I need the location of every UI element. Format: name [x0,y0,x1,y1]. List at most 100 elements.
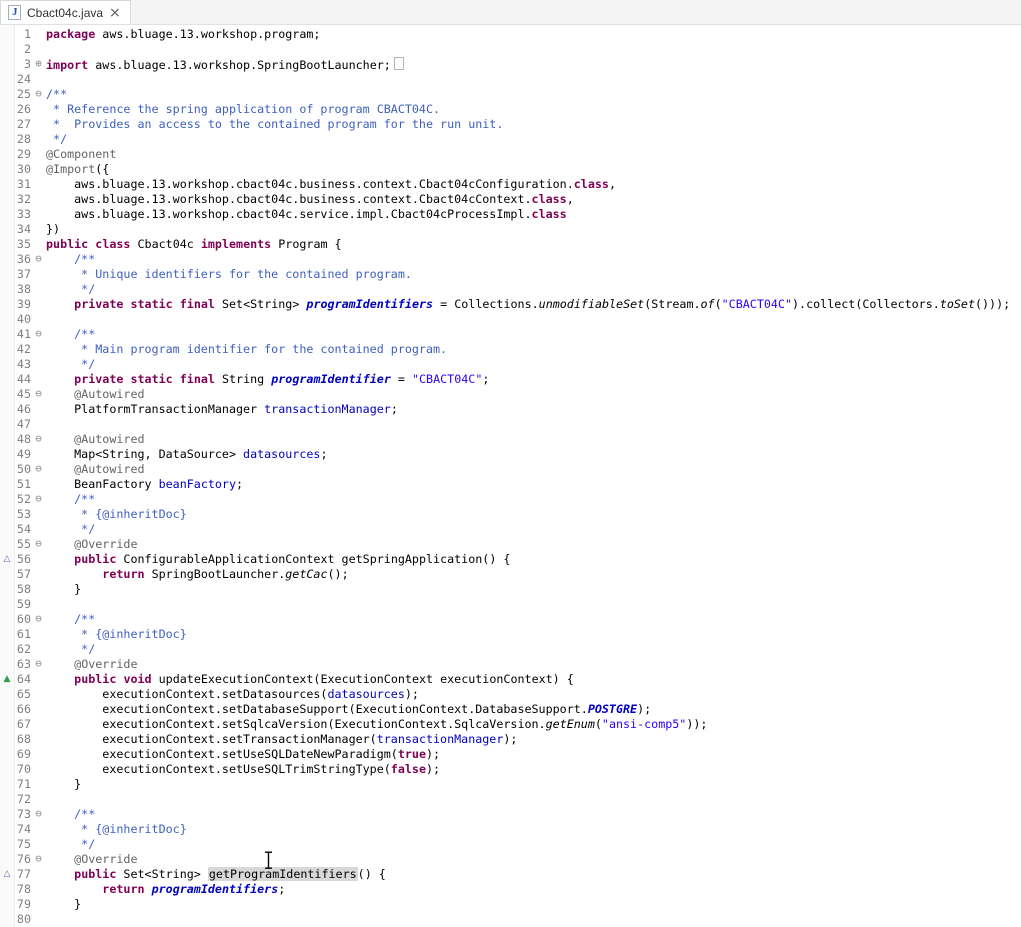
code-line[interactable]: 63⊖ @Override [0,657,1021,672]
fold-minus-icon[interactable]: ⊖ [31,492,46,507]
code-line[interactable]: 79 } [0,897,1021,912]
code-line[interactable]: 69 executionContext.setUseSQLDateNewPara… [0,747,1021,762]
code-segment: /** [46,492,95,506]
code-text: /** [46,87,1021,102]
code-line[interactable]: 51 BeanFactory beanFactory; [0,477,1021,492]
fold-plus-icon[interactable]: ⊕ [31,57,46,72]
code-line[interactable]: 52⊖ /** [0,492,1021,507]
override-marker-icon[interactable]: ▲ [0,672,14,687]
code-segment: datasources [327,687,404,701]
code-line[interactable]: 53 * {@inheritDoc} [0,507,1021,522]
code-line[interactable]: 35public class Cbact04c implements Progr… [0,237,1021,252]
code-line[interactable]: 72 [0,792,1021,807]
code-line[interactable]: 61 * {@inheritDoc} [0,627,1021,642]
tab-title: Cbact04c.java [27,6,103,20]
code-line[interactable]: 50⊖ @Autowired [0,462,1021,477]
code-line[interactable]: 24 [0,72,1021,87]
code-line[interactable]: 49 Map<String, DataSource> datasources; [0,447,1021,462]
code-line[interactable]: 29@Component [0,147,1021,162]
code-line[interactable]: ▲64 public void updateExecutionContext(E… [0,672,1021,687]
code-editor[interactable]: 1package aws.bluage.13.workshop.program;… [0,25,1021,927]
code-line[interactable]: 76⊖ @Override [0,852,1021,867]
code-line[interactable]: 33 aws.bluage.13.workshop.cbact04c.servi… [0,207,1021,222]
code-line[interactable]: 41⊖ /** [0,327,1021,342]
code-line[interactable]: 2 [0,42,1021,57]
fold-minus-icon[interactable]: ⊖ [31,657,46,672]
fold-minus-icon[interactable]: ⊖ [31,327,46,342]
tab-cbact04c-java[interactable]: J Cbact04c.java × [0,0,131,24]
fold-minus-icon[interactable]: ⊖ [31,252,46,267]
code-line[interactable]: 74 * {@inheritDoc} [0,822,1021,837]
code-line[interactable]: 39 private static final Set<String> prog… [0,297,1021,312]
override-marker-icon[interactable]: △ [0,552,14,567]
code-line[interactable]: 67 executionContext.setSqlcaVersion(Exec… [0,717,1021,732]
code-line[interactable]: △77 public Set<String> getProgramIdentif… [0,867,1021,882]
code-line[interactable]: 1package aws.bluage.13.workshop.program; [0,27,1021,42]
code-line[interactable]: 60⊖ /** [0,612,1021,627]
fold-minus-icon[interactable]: ⊖ [31,87,46,102]
marker-cell [0,282,14,297]
override-marker-icon[interactable]: △ [0,867,14,882]
code-line[interactable]: 70 executionContext.setUseSQLTrimStringT… [0,762,1021,777]
code-line[interactable]: 32 aws.bluage.13.workshop.cbact04c.busin… [0,192,1021,207]
code-line[interactable]: 45⊖ @Autowired [0,387,1021,402]
code-text: */ [46,132,1021,147]
line-number: 46 [14,402,31,417]
code-line[interactable]: 47 [0,417,1021,432]
code-line[interactable]: 55⊖ @Override [0,537,1021,552]
code-line[interactable]: 78 return programIdentifiers; [0,882,1021,897]
fold-minus-icon[interactable]: ⊖ [31,852,46,867]
code-line[interactable]: 66 executionContext.setDatabaseSupport(E… [0,702,1021,717]
marker-cell [0,687,14,702]
code-line[interactable]: 26 * Reference the spring application of… [0,102,1021,117]
code-line[interactable]: 65 executionContext.setDatasources(datas… [0,687,1021,702]
code-line[interactable]: 75 */ [0,837,1021,852]
marker-cell [0,27,14,42]
fold-minus-icon[interactable]: ⊖ [31,462,46,477]
marker-cell [0,612,14,627]
code-line[interactable]: 36⊖ /** [0,252,1021,267]
marker-cell [0,432,14,447]
code-segment: /** [46,252,95,266]
code-segment: * Provides an access to the contained pr… [46,117,503,131]
line-number: 25 [14,87,31,102]
code-line[interactable]: 31 aws.bluage.13.workshop.cbact04c.busin… [0,177,1021,192]
code-line[interactable]: 34}) [0,222,1021,237]
code-line[interactable]: 38 */ [0,282,1021,297]
fold-minus-icon[interactable]: ⊖ [31,537,46,552]
close-icon[interactable]: × [109,7,121,19]
fold-minus-icon[interactable]: ⊖ [31,387,46,402]
code-line[interactable]: 73⊖ /** [0,807,1021,822]
marker-cell [0,447,14,462]
code-line[interactable]: 58 } [0,582,1021,597]
code-line[interactable]: 27 * Provides an access to the contained… [0,117,1021,132]
code-line[interactable]: 30@Import({ [0,162,1021,177]
code-line[interactable]: 68 executionContext.setTransactionManage… [0,732,1021,747]
code-line[interactable]: 42 * Main program identifier for the con… [0,342,1021,357]
code-line[interactable]: 40 [0,312,1021,327]
marker-cell [0,792,14,807]
code-line[interactable]: 37 * Unique identifiers for the containe… [0,267,1021,282]
code-line[interactable]: 28 */ [0,132,1021,147]
code-line[interactable]: △56 public ConfigurableApplicationContex… [0,552,1021,567]
marker-cell [0,132,14,147]
code-line[interactable]: 3⊕import aws.bluage.13.workshop.SpringBo… [0,57,1021,72]
code-text: } [46,582,1021,597]
code-line[interactable]: 48⊖ @Autowired [0,432,1021,447]
marker-cell [0,312,14,327]
code-line[interactable]: 57 return SpringBootLauncher.getCac(); [0,567,1021,582]
code-line[interactable]: 43 */ [0,357,1021,372]
code-line[interactable]: 44 private static final String programId… [0,372,1021,387]
code-line[interactable]: 59 [0,597,1021,612]
fold-minus-icon[interactable]: ⊖ [31,612,46,627]
code-text: executionContext.setUseSQLTrimStringType… [46,762,1021,777]
code-line[interactable]: 71 } [0,777,1021,792]
code-line[interactable]: 46 PlatformTransactionManager transactio… [0,402,1021,417]
fold-minus-icon[interactable]: ⊖ [31,807,46,822]
code-segment: aws.bluage.13.workshop.cbact04c.business… [46,192,532,206]
code-line[interactable]: 54 */ [0,522,1021,537]
fold-minus-icon[interactable]: ⊖ [31,432,46,447]
code-line[interactable]: 25⊖/** [0,87,1021,102]
code-text: aws.bluage.13.workshop.cbact04c.business… [46,192,1021,207]
code-line[interactable]: 62 */ [0,642,1021,657]
